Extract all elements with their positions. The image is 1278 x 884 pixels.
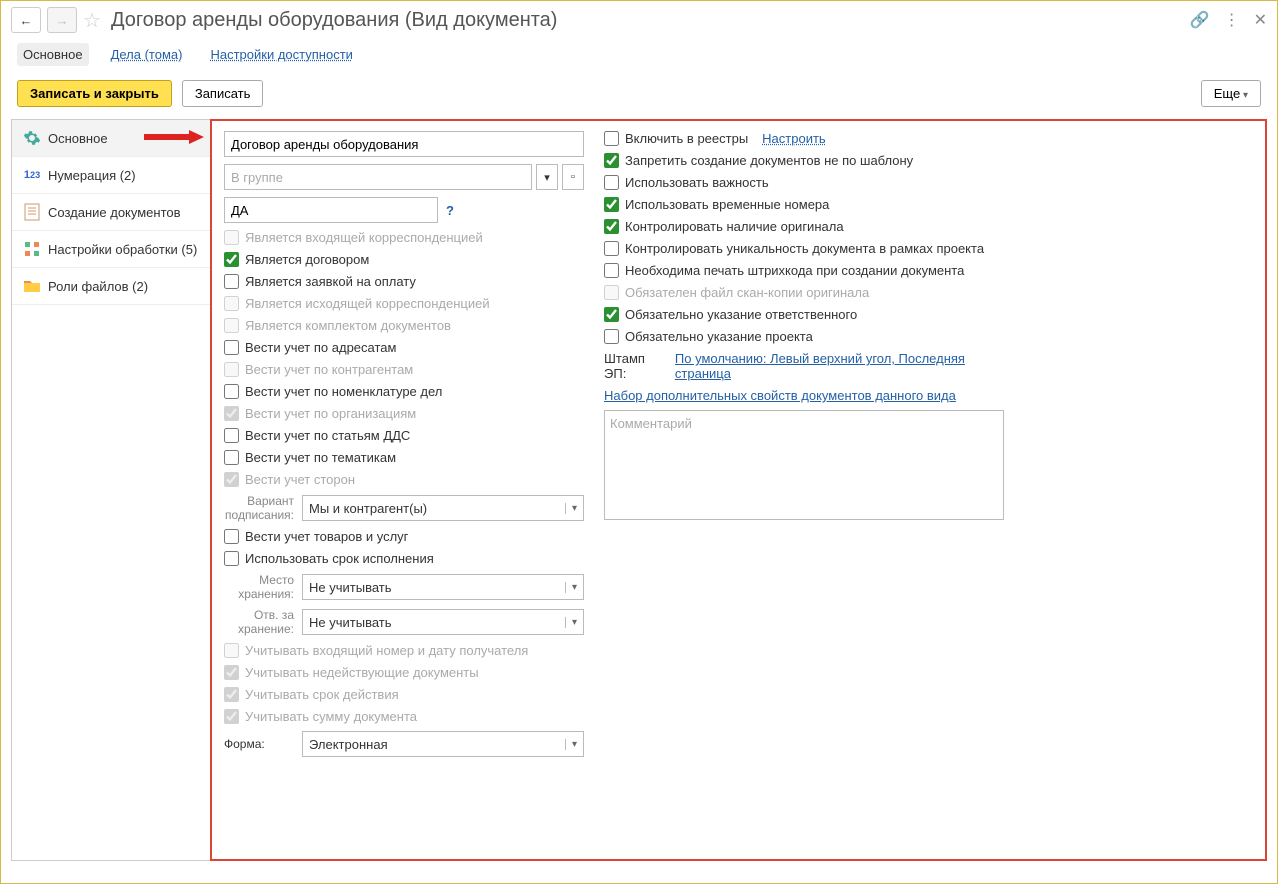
arrow-indicator-icon bbox=[144, 130, 204, 147]
check-scan: Обязателен файл скан-копии оригинала bbox=[604, 285, 1004, 300]
check-responsible[interactable]: Обязательно указание ответственного bbox=[604, 307, 1004, 322]
resp-storage-select[interactable]: Не учитывать bbox=[302, 609, 584, 635]
check-incoming: Является входящей корреспонденцией bbox=[224, 230, 584, 245]
sidebar-item-label: Нумерация (2) bbox=[48, 168, 136, 183]
check-contract[interactable]: Является договором bbox=[224, 252, 584, 267]
stamp-link[interactable]: По умолчанию: Левый верхний угол, Послед… bbox=[675, 351, 1004, 381]
storage-label: Место хранения: bbox=[224, 573, 294, 601]
check-addressee[interactable]: Вести учет по адресатам bbox=[224, 340, 584, 355]
sidebar-item-numbering[interactable]: 123 Нумерация (2) bbox=[12, 157, 210, 194]
folder-icon bbox=[22, 276, 42, 296]
check-incoming-num: Учитывать входящий номер и дату получате… bbox=[224, 643, 584, 658]
stamp-label: Штамп ЭП: bbox=[604, 351, 667, 381]
check-temp-num[interactable]: Использовать временные номера bbox=[604, 197, 1004, 212]
sidebar-item-label: Роли файлов (2) bbox=[48, 279, 148, 294]
sidebar-item-doc-creation[interactable]: Создание документов bbox=[12, 194, 210, 231]
sidebar-item-label: Настройки обработки (5) bbox=[48, 242, 197, 257]
name-input[interactable] bbox=[224, 131, 584, 157]
check-importance[interactable]: Использовать важность bbox=[604, 175, 1004, 190]
comment-textarea[interactable] bbox=[604, 410, 1004, 520]
group-open-button[interactable]: ▫ bbox=[562, 164, 584, 190]
document-icon bbox=[22, 202, 42, 222]
group-input[interactable] bbox=[224, 164, 532, 190]
check-amount: Учитывать сумму документа bbox=[224, 709, 584, 724]
tab-main[interactable]: Основное bbox=[17, 43, 89, 66]
code-help-icon[interactable]: ? bbox=[446, 203, 454, 218]
check-nomenclature[interactable]: Вести учет по номенклатуре дел bbox=[224, 384, 584, 399]
signing-select[interactable]: Мы и контрагент(ы) bbox=[302, 495, 584, 521]
sidebar-item-processing[interactable]: Настройки обработки (5) bbox=[12, 231, 210, 268]
nav-forward-button[interactable]: → bbox=[47, 7, 77, 33]
check-validity: Учитывать срок действия bbox=[224, 687, 584, 702]
group-dropdown-button[interactable]: ▾ bbox=[536, 164, 558, 190]
gear-icon bbox=[22, 128, 42, 148]
check-template-only[interactable]: Запретить создание документов не по шабл… bbox=[604, 153, 1004, 168]
content-panel: ▾ ▫ ? Является входящей корреспонденцией… bbox=[210, 119, 1267, 861]
close-icon[interactable]: ✕ bbox=[1254, 10, 1267, 30]
form-select[interactable]: Электронная bbox=[302, 731, 584, 757]
check-counterparty: Вести учет по контрагентам bbox=[224, 362, 584, 377]
check-original[interactable]: Контролировать наличие оригинала bbox=[604, 219, 1004, 234]
check-outgoing: Является исходящей корреспонденцией bbox=[224, 296, 584, 311]
check-project[interactable]: Обязательно указание проекта bbox=[604, 329, 1004, 344]
more-button[interactable]: Еще bbox=[1201, 80, 1261, 107]
numbering-icon: 123 bbox=[22, 165, 42, 185]
resp-storage-label: Отв. за хранение: bbox=[224, 608, 294, 636]
sidebar-item-file-roles[interactable]: Роли файлов (2) bbox=[12, 268, 210, 305]
check-parties: Вести учет сторон bbox=[224, 472, 584, 487]
check-topics[interactable]: Вести учет по тематикам bbox=[224, 450, 584, 465]
page-title: Договор аренды оборудования (Вид докумен… bbox=[111, 9, 558, 32]
sidebar-item-label: Основное bbox=[48, 131, 108, 146]
check-barcode[interactable]: Необходима печать штрихкода при создании… bbox=[604, 263, 1004, 278]
save-button[interactable]: Записать bbox=[182, 80, 264, 107]
form-label: Форма: bbox=[224, 737, 294, 751]
favorite-star-icon[interactable]: ☆ bbox=[83, 8, 101, 33]
check-org: Вести учет по организациям bbox=[224, 406, 584, 421]
kebab-menu-icon[interactable]: ⋮ bbox=[1224, 10, 1240, 30]
check-docset: Является комплектом документов bbox=[224, 318, 584, 333]
check-unique[interactable]: Контролировать уникальность документа в … bbox=[604, 241, 1004, 256]
signing-label: Вариант подписания: bbox=[224, 494, 294, 522]
check-deadline[interactable]: Использовать срок исполнения bbox=[224, 551, 584, 566]
link-icon[interactable]: 🔗 bbox=[1190, 10, 1210, 30]
sidebar-item-label: Создание документов bbox=[48, 205, 181, 220]
check-registry[interactable]: Включить в реестры Настроить bbox=[604, 131, 1004, 146]
nav-back-button[interactable]: ← bbox=[11, 7, 41, 33]
tab-access[interactable]: Настройки доступности bbox=[204, 43, 358, 66]
tab-cases[interactable]: Дела (тома) bbox=[105, 43, 189, 66]
registry-setup-link[interactable]: Настроить bbox=[762, 131, 826, 146]
sidebar: Основное 123 Нумерация (2) Создание доку… bbox=[11, 119, 211, 861]
check-dds[interactable]: Вести учет по статьям ДДС bbox=[224, 428, 584, 443]
check-inactive: Учитывать недействующие документы bbox=[224, 665, 584, 680]
check-payment[interactable]: Является заявкой на оплату bbox=[224, 274, 584, 289]
save-close-button[interactable]: Записать и закрыть bbox=[17, 80, 172, 107]
extra-props-link[interactable]: Набор дополнительных свойств документов … bbox=[604, 388, 1004, 403]
code-input[interactable] bbox=[224, 197, 438, 223]
sidebar-item-main[interactable]: Основное bbox=[12, 120, 210, 157]
process-icon bbox=[22, 239, 42, 259]
storage-select[interactable]: Не учитывать bbox=[302, 574, 584, 600]
check-goods[interactable]: Вести учет товаров и услуг bbox=[224, 529, 584, 544]
